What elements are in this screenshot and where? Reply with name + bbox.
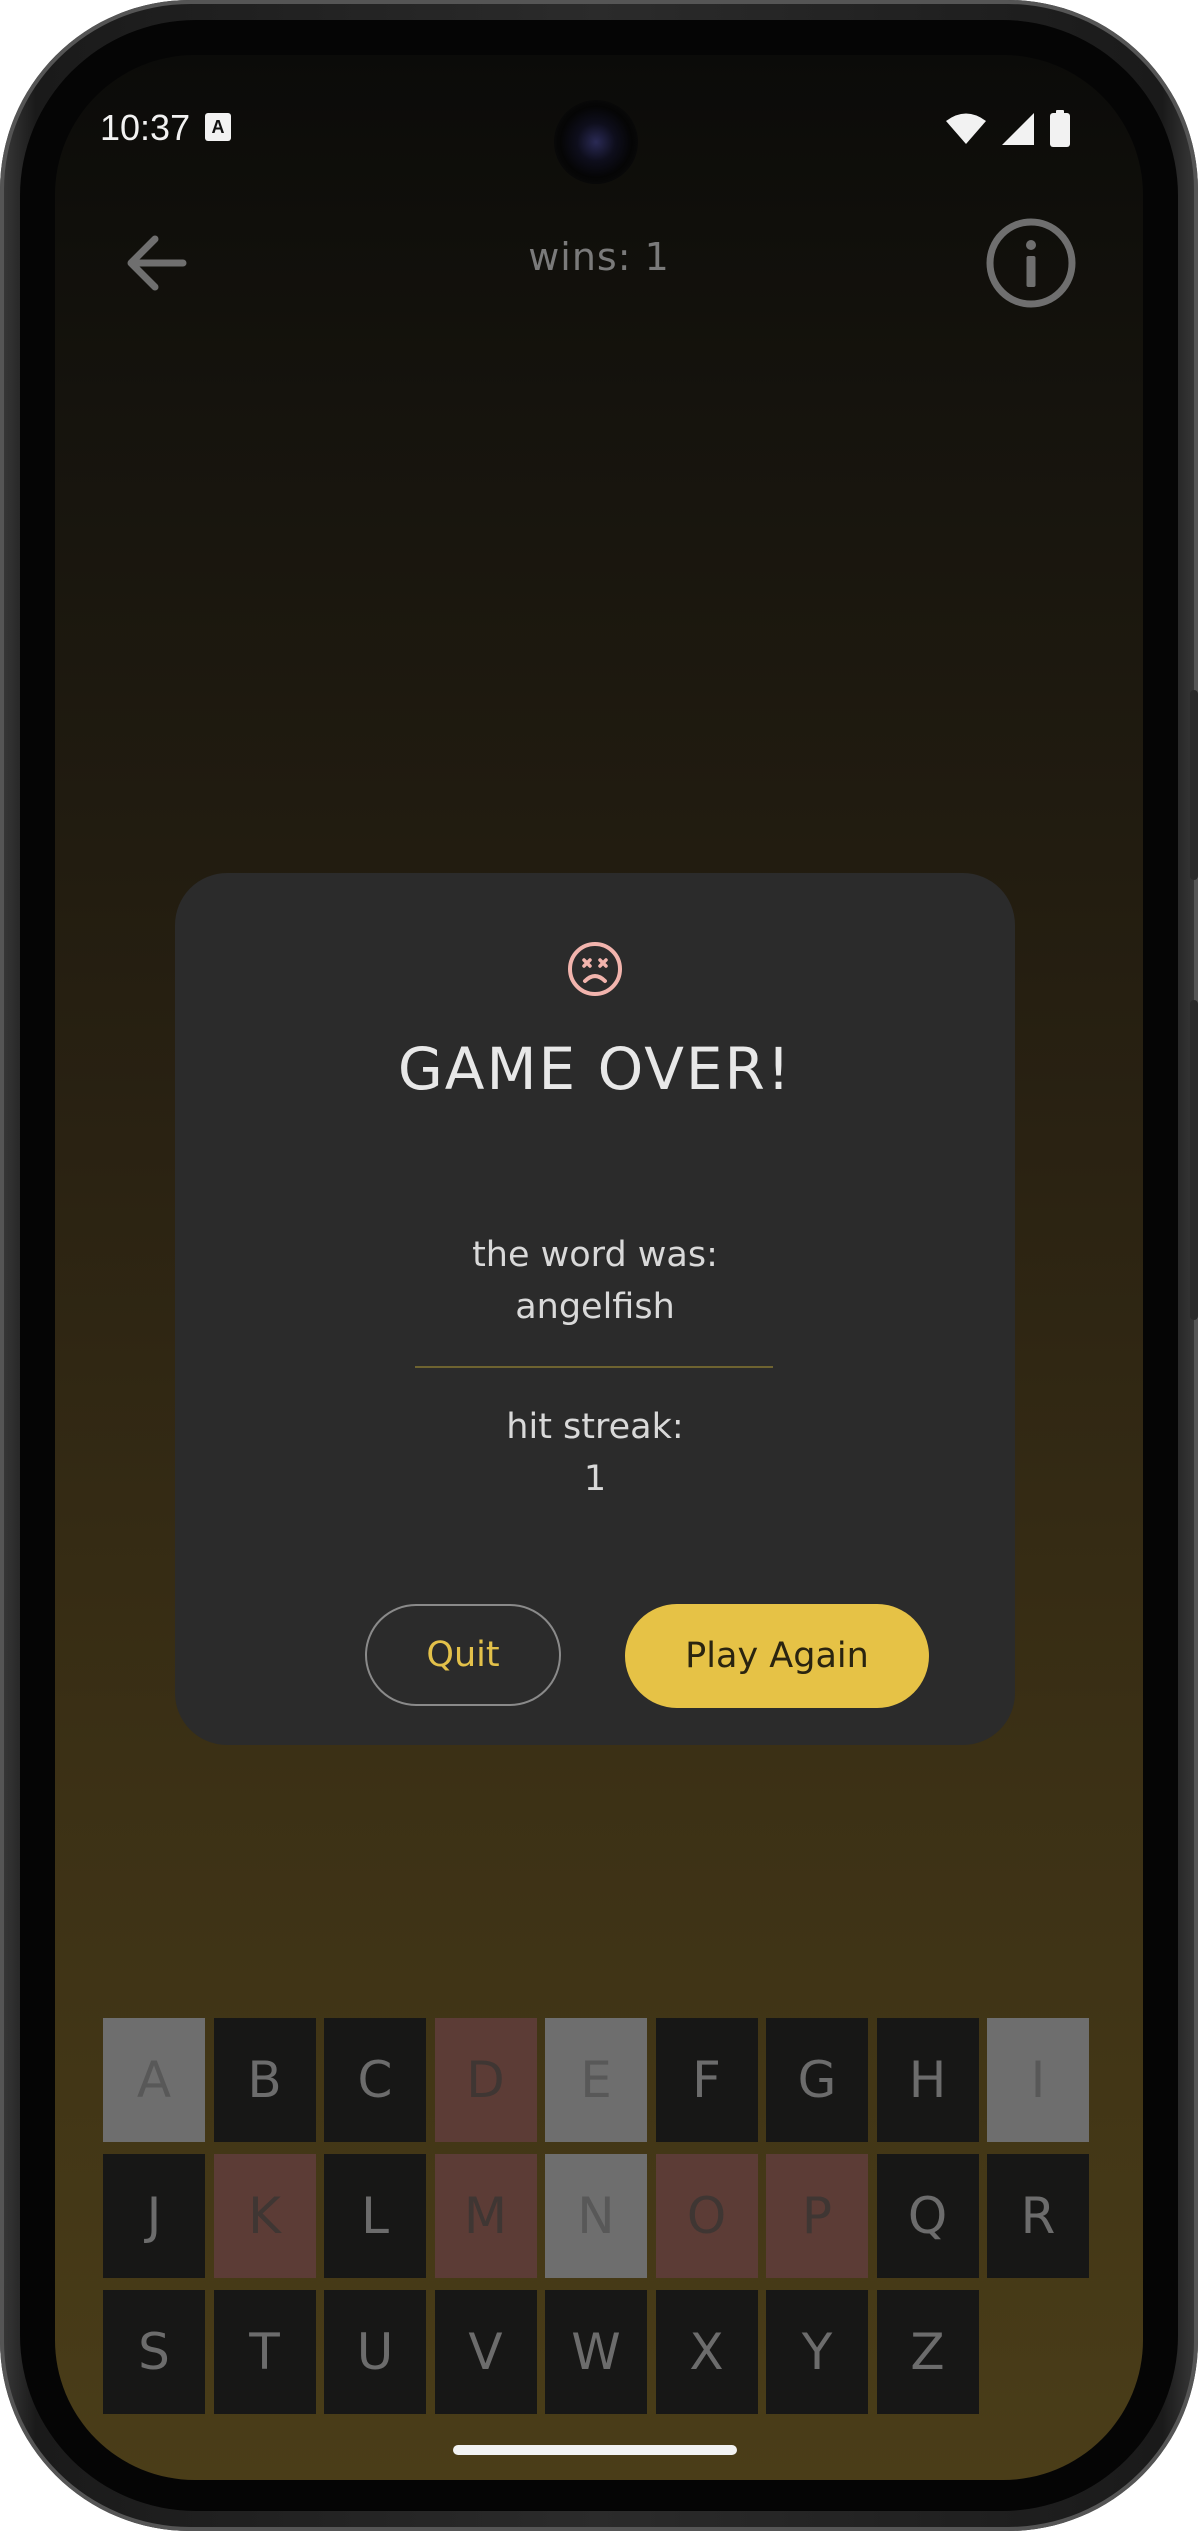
key-y[interactable]: Y [766, 2290, 868, 2414]
play-again-button[interactable]: Play Again [625, 1604, 929, 1708]
key-w[interactable]: W [545, 2290, 647, 2414]
key-e[interactable]: E [545, 2018, 647, 2142]
key-k[interactable]: K [213, 2154, 316, 2278]
key-s[interactable]: S [103, 2290, 205, 2414]
notification-icon: A [205, 113, 231, 141]
key-a[interactable]: A [103, 2018, 205, 2142]
power-button [1190, 690, 1198, 880]
key-b[interactable]: B [213, 2018, 316, 2142]
game-over-dialog: GAME OVER! the word was: angelfish hit s… [175, 873, 1015, 1745]
sad-face-icon [568, 942, 622, 996]
wins-counter: wins: 1 [528, 235, 670, 279]
word-value: angelfish [515, 1287, 675, 1327]
key-o[interactable]: O [655, 2154, 758, 2278]
key-p[interactable]: P [766, 2154, 868, 2278]
screen: 10:37 A wins: 1 ABCDEFGHIJKLMNOPQRS T U … [55, 55, 1143, 2480]
divider [415, 1366, 773, 1368]
key-l[interactable]: L [324, 2154, 426, 2278]
info-icon[interactable] [985, 217, 1077, 309]
streak-value: 1 [583, 1459, 607, 1499]
volume-button [1190, 1000, 1198, 1320]
key-h[interactable]: H [876, 2018, 979, 2142]
quit-button[interactable]: Quit [365, 1604, 561, 1706]
phone-frame: 10:37 A wins: 1 ABCDEFGHIJKLMNOPQRS T U … [0, 0, 1198, 2531]
key-u[interactable]: U [324, 2290, 426, 2414]
status-time: 10:37 [100, 107, 191, 148]
key-m[interactable]: M [434, 2154, 537, 2278]
key-g[interactable]: G [766, 2018, 868, 2142]
streak-label: hit streak: [506, 1407, 684, 1447]
cell-signal-icon [1002, 113, 1034, 145]
wifi-icon [946, 113, 986, 144]
key-j[interactable]: J [103, 2154, 205, 2278]
home-indicator[interactable] [453, 2445, 737, 2455]
key-x[interactable]: X [655, 2290, 758, 2414]
key-q[interactable]: Q [876, 2154, 979, 2278]
status-icons [945, 110, 1071, 148]
key-i[interactable]: I [987, 2018, 1089, 2142]
word-label: the word was: [472, 1235, 718, 1275]
key-r[interactable]: R [987, 2154, 1089, 2278]
key-z[interactable]: Z [876, 2290, 979, 2414]
key-f[interactable]: F [655, 2018, 758, 2142]
key-n[interactable]: N [545, 2154, 647, 2278]
key-t[interactable]: T [213, 2290, 316, 2414]
battery-icon [1050, 110, 1070, 147]
key-d[interactable]: D [434, 2018, 537, 2142]
key-c[interactable]: C [324, 2018, 426, 2142]
front-camera [554, 100, 638, 184]
key-v[interactable]: V [434, 2290, 537, 2414]
dialog-title: GAME OVER! [397, 1035, 793, 1103]
